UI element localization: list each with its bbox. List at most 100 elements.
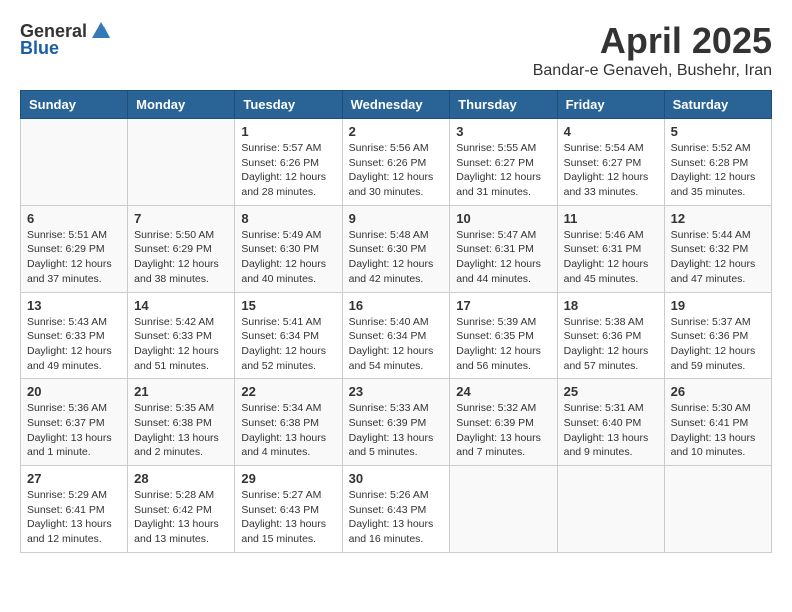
calendar-cell: 30 Sunrise: 5:26 AMSunset: 6:43 PMDayligh… [342,466,450,553]
day-header-friday: Friday [557,91,664,119]
day-info: Sunrise: 5:31 AMSunset: 6:40 PMDaylight:… [564,401,658,460]
calendar-week-row: 27 Sunrise: 5:29 AMSunset: 6:41 PMDayligh… [21,466,772,553]
day-number: 22 [241,384,335,399]
day-info: Sunrise: 5:33 AMSunset: 6:39 PMDaylight:… [349,401,444,460]
calendar-cell [664,466,771,553]
day-info: Sunrise: 5:27 AMSunset: 6:43 PMDaylight:… [241,488,335,547]
day-info: Sunrise: 5:41 AMSunset: 6:34 PMDaylight:… [241,315,335,374]
calendar-cell: 17 Sunrise: 5:39 AMSunset: 6:35 PMDayligh… [450,292,557,379]
calendar-cell: 9 Sunrise: 5:48 AMSunset: 6:30 PMDaylight… [342,205,450,292]
day-number: 27 [27,471,121,486]
day-info: Sunrise: 5:39 AMSunset: 6:35 PMDaylight:… [456,315,550,374]
day-number: 16 [349,298,444,313]
day-number: 19 [671,298,765,313]
day-number: 14 [134,298,228,313]
day-header-monday: Monday [128,91,235,119]
day-info: Sunrise: 5:56 AMSunset: 6:26 PMDaylight:… [349,141,444,200]
day-number: 15 [241,298,335,313]
day-number: 24 [456,384,550,399]
calendar-cell [450,466,557,553]
calendar-cell: 28 Sunrise: 5:28 AMSunset: 6:42 PMDayligh… [128,466,235,553]
day-info: Sunrise: 5:52 AMSunset: 6:28 PMDaylight:… [671,141,765,200]
day-number: 3 [456,124,550,139]
calendar-cell: 4 Sunrise: 5:54 AMSunset: 6:27 PMDaylight… [557,119,664,206]
day-number: 12 [671,211,765,226]
day-number: 28 [134,471,228,486]
day-number: 23 [349,384,444,399]
day-number: 4 [564,124,658,139]
calendar-table: SundayMondayTuesdayWednesdayThursdayFrid… [20,90,772,553]
day-number: 6 [27,211,121,226]
day-info: Sunrise: 5:35 AMSunset: 6:38 PMDaylight:… [134,401,228,460]
day-info: Sunrise: 5:32 AMSunset: 6:39 PMDaylight:… [456,401,550,460]
day-info: Sunrise: 5:38 AMSunset: 6:36 PMDaylight:… [564,315,658,374]
day-info: Sunrise: 5:42 AMSunset: 6:33 PMDaylight:… [134,315,228,374]
calendar-cell: 16 Sunrise: 5:40 AMSunset: 6:34 PMDayligh… [342,292,450,379]
calendar-cell: 5 Sunrise: 5:52 AMSunset: 6:28 PMDaylight… [664,119,771,206]
calendar-cell: 8Sunrise: 5:49 AMSunset: 6:30 PMDaylight… [235,205,342,292]
logo: General Blue [20,20,112,59]
logo-blue-text: Blue [20,38,59,59]
day-number: 29 [241,471,335,486]
day-number: 1 [241,124,335,139]
day-number: 11 [564,211,658,226]
day-info: Sunrise: 5:54 AMSunset: 6:27 PMDaylight:… [564,141,658,200]
calendar-cell [128,119,235,206]
calendar-cell: 12 Sunrise: 5:44 AMSunset: 6:32 PMDayligh… [664,205,771,292]
day-number: 26 [671,384,765,399]
day-number: 2 [349,124,444,139]
calendar-cell: 7 Sunrise: 5:50 AMSunset: 6:29 PMDaylight… [128,205,235,292]
title-area: April 2025 Bandar-e Genaveh, Bushehr, Ir… [533,20,772,80]
calendar-cell: 20 Sunrise: 5:36 AMSunset: 6:37 PMDayligh… [21,379,128,466]
day-number: 5 [671,124,765,139]
day-info: Sunrise: 5:50 AMSunset: 6:29 PMDaylight:… [134,228,228,287]
calendar-cell: 11 Sunrise: 5:46 AMSunset: 6:31 PMDayligh… [557,205,664,292]
calendar-cell: 18 Sunrise: 5:38 AMSunset: 6:36 PMDayligh… [557,292,664,379]
calendar-cell: 15 Sunrise: 5:41 AMSunset: 6:34 PMDayligh… [235,292,342,379]
day-number: 7 [134,211,228,226]
calendar-week-row: 20 Sunrise: 5:36 AMSunset: 6:37 PMDayligh… [21,379,772,466]
day-info: Sunrise: 5:34 AMSunset: 6:38 PMDaylight:… [241,401,335,460]
month-title: April 2025 [533,20,772,62]
day-number: 9 [349,211,444,226]
day-info: Sunrise: 5:49 AMSunset: 6:30 PMDaylight:… [241,228,335,287]
day-header-thursday: Thursday [450,91,557,119]
day-number: 20 [27,384,121,399]
calendar-cell: 10Sunrise: 5:47 AMSunset: 6:31 PMDayligh… [450,205,557,292]
day-info: Sunrise: 5:46 AMSunset: 6:31 PMDaylight:… [564,228,658,287]
calendar-header-row: SundayMondayTuesdayWednesdayThursdayFrid… [21,91,772,119]
day-header-sunday: Sunday [21,91,128,119]
header: General Blue April 2025 Bandar-e Genaveh… [20,20,772,80]
calendar-cell: 22 Sunrise: 5:34 AMSunset: 6:38 PMDayligh… [235,379,342,466]
calendar-cell: 23 Sunrise: 5:33 AMSunset: 6:39 PMDayligh… [342,379,450,466]
day-info: Sunrise: 5:37 AMSunset: 6:36 PMDaylight:… [671,315,765,374]
day-info: Sunrise: 5:48 AMSunset: 6:30 PMDaylight:… [349,228,444,287]
day-number: 13 [27,298,121,313]
day-number: 18 [564,298,658,313]
day-info: Sunrise: 5:26 AMSunset: 6:43 PMDaylight:… [349,488,444,547]
day-info: Sunrise: 5:40 AMSunset: 6:34 PMDaylight:… [349,315,444,374]
day-header-tuesday: Tuesday [235,91,342,119]
day-info: Sunrise: 5:47 AMSunset: 6:31 PMDaylight:… [456,228,550,287]
day-info: Sunrise: 5:29 AMSunset: 6:41 PMDaylight:… [27,488,121,547]
calendar-cell: 21Sunrise: 5:35 AMSunset: 6:38 PMDayligh… [128,379,235,466]
calendar-week-row: 1Sunrise: 5:57 AMSunset: 6:26 PMDaylight… [21,119,772,206]
calendar-cell: 26 Sunrise: 5:30 AMSunset: 6:41 PMDayligh… [664,379,771,466]
day-info: Sunrise: 5:55 AMSunset: 6:27 PMDaylight:… [456,141,550,200]
calendar-cell: 2 Sunrise: 5:56 AMSunset: 6:26 PMDaylight… [342,119,450,206]
location-title: Bandar-e Genaveh, Bushehr, Iran [533,62,772,80]
calendar-cell: 14 Sunrise: 5:42 AMSunset: 6:33 PMDayligh… [128,292,235,379]
day-info: Sunrise: 5:28 AMSunset: 6:42 PMDaylight:… [134,488,228,547]
day-header-saturday: Saturday [664,91,771,119]
calendar-cell: 19 Sunrise: 5:37 AMSunset: 6:36 PMDayligh… [664,292,771,379]
calendar-cell: 29 Sunrise: 5:27 AMSunset: 6:43 PMDayligh… [235,466,342,553]
calendar-cell [21,119,128,206]
day-info: Sunrise: 5:30 AMSunset: 6:41 PMDaylight:… [671,401,765,460]
day-number: 25 [564,384,658,399]
calendar-week-row: 6Sunrise: 5:51 AMSunset: 6:29 PMDaylight… [21,205,772,292]
day-number: 30 [349,471,444,486]
calendar-cell: 3 Sunrise: 5:55 AMSunset: 6:27 PMDaylight… [450,119,557,206]
day-number: 17 [456,298,550,313]
day-info: Sunrise: 5:44 AMSunset: 6:32 PMDaylight:… [671,228,765,287]
day-info: Sunrise: 5:36 AMSunset: 6:37 PMDaylight:… [27,401,121,460]
